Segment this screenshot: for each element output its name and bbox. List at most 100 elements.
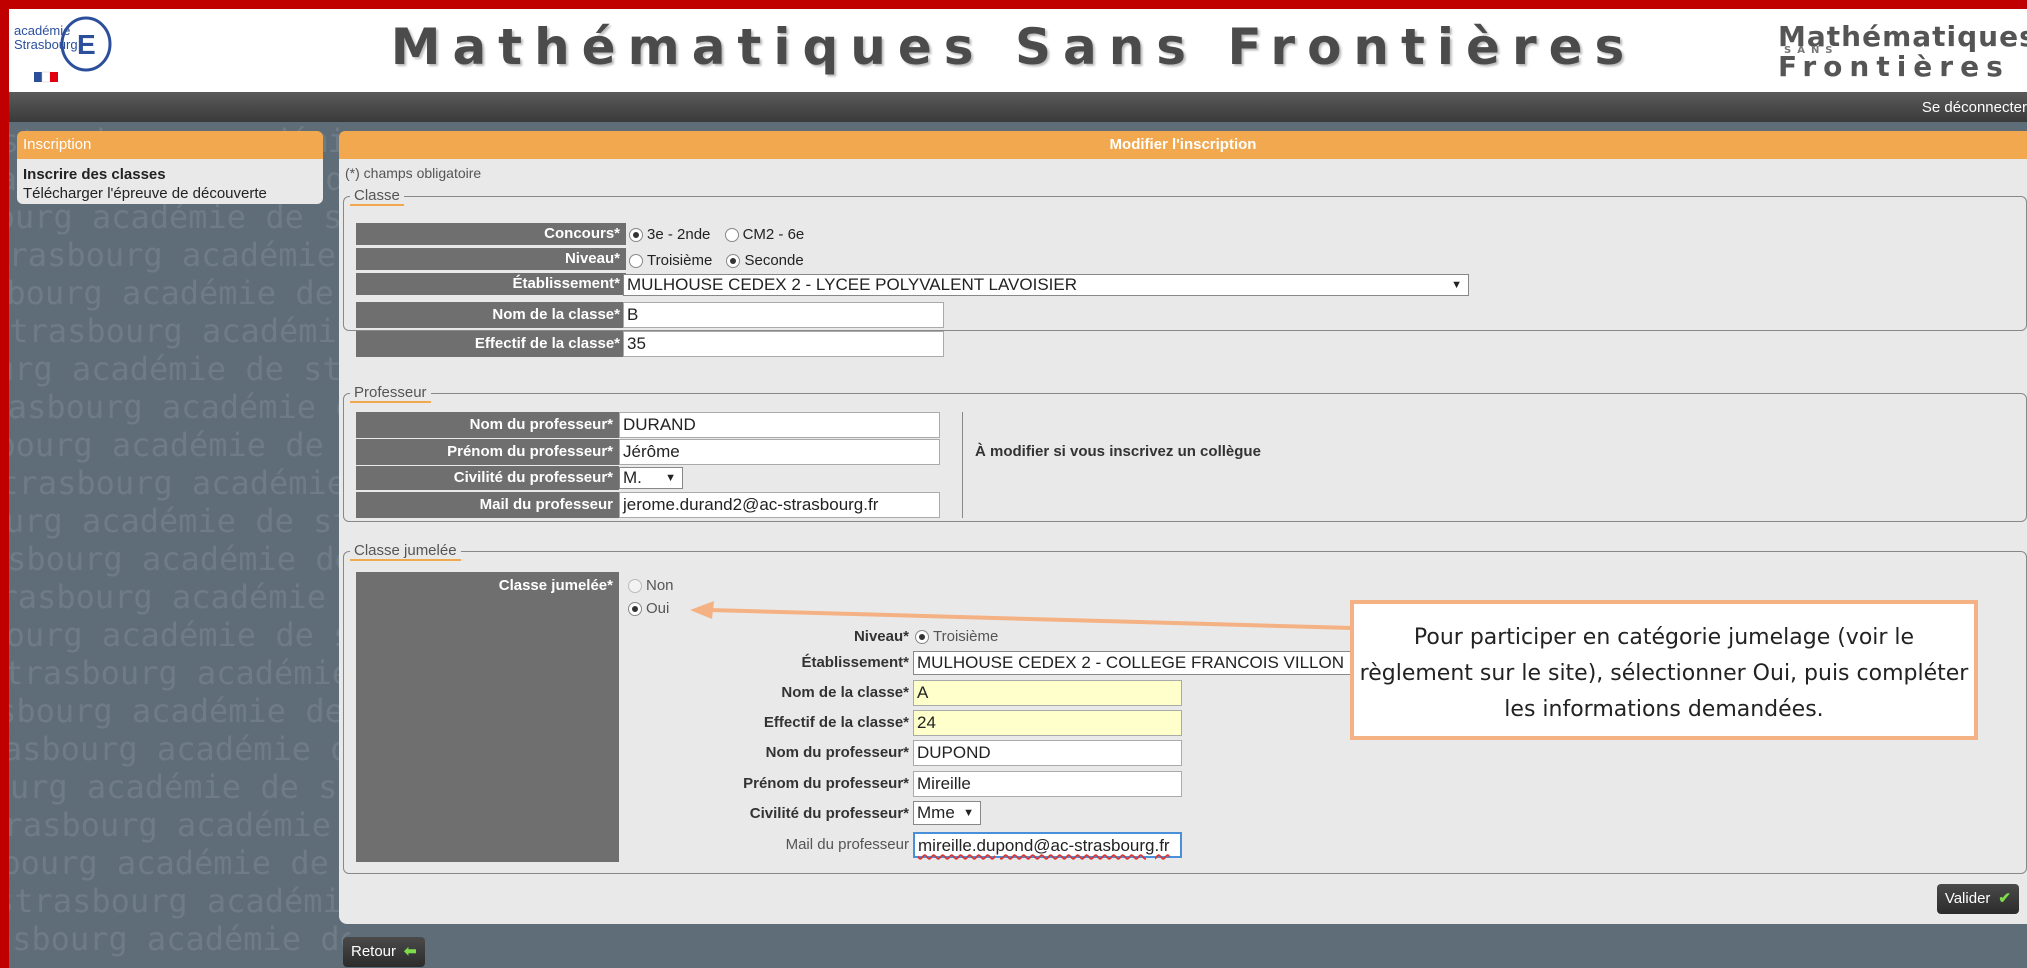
- watermark-line: strasbourg académie de strasbourg académ…: [0, 730, 350, 768]
- nom-professeur-input[interactable]: DURAND: [619, 412, 940, 438]
- civilite-professeur-select[interactable]: M. ▼: [619, 467, 683, 489]
- msf-logo: Mathématiques SANS Frontières: [1778, 20, 2027, 82]
- concours-option-label: 3e - 2nde: [647, 226, 711, 243]
- jumelee-etablissement-selected-value: MULHOUSE CEDEX 2 - COLLEGE FRANCOIS VILL…: [917, 653, 1344, 672]
- watermark-line: strasbourg académie de strasbourg académ…: [0, 882, 350, 920]
- concours-option-cm2-6e[interactable]: CM2 - 6e: [724, 226, 805, 243]
- civilite-selected-value: M.: [623, 468, 642, 487]
- watermark-line: strasbourg académie de strasbourg académ…: [0, 920, 350, 958]
- etablissement-selected-value: MULHOUSE CEDEX 2 - LYCEE POLYVALENT LAVO…: [627, 275, 1078, 294]
- watermark-line: strasbourg académie de strasbourg académ…: [0, 464, 350, 502]
- msf-logo-line2: Frontières: [1778, 50, 2010, 82]
- jumelee-civilite-label: Civilité du professeur*: [749, 805, 909, 822]
- sidebar-menu: Inscrire des classes Télécharger l'épreu…: [17, 159, 323, 204]
- jumelee-option-non[interactable]: Non: [628, 577, 674, 594]
- dropdown-arrow-icon: ▼: [1451, 279, 1462, 291]
- watermark-line: strasbourg académie de strasbourg académ…: [0, 312, 350, 350]
- jumelee-mail-input[interactable]: mireille.dupond@ac-strasbourg.fr: [913, 832, 1182, 858]
- concours-radio-group: 3e - 2nde CM2 - 6e: [629, 226, 814, 243]
- watermark-line: strasbourg académie de strasbourg académ…: [0, 806, 350, 844]
- mail-professeur-label: Mail du professeur: [356, 492, 619, 518]
- nom-professeur-label: Nom du professeur*: [356, 412, 619, 438]
- radio-checked-icon[interactable]: [629, 228, 643, 243]
- page-title: Modifier l'inscription: [339, 131, 2027, 159]
- etablissement-label: Établissement*: [356, 273, 626, 295]
- site-header: E académie Strasbourg Mathématiques Sans…: [0, 0, 2027, 92]
- nom-classe-input[interactable]: B: [623, 302, 944, 328]
- jumelee-option-label: Non: [646, 577, 674, 594]
- callout-arrow: [690, 601, 1353, 630]
- watermark-line: strasbourg académie de strasbourg académ…: [0, 540, 350, 578]
- watermark-line: strasbourg académie de strasbourg académ…: [0, 274, 350, 312]
- jumelee-option-label: Oui: [646, 600, 670, 617]
- niveau-option-label: Troisième: [647, 252, 713, 269]
- jumelage-help-callout: Pour participer en catégorie jumelage (v…: [1350, 600, 1978, 740]
- sidebar-item-telecharger-epreuve[interactable]: Télécharger l'épreuve de découverte: [23, 184, 317, 203]
- mail-professeur-input[interactable]: jerome.durand2@ac-strasbourg.fr: [619, 492, 940, 518]
- radio-checked-icon[interactable]: [628, 602, 642, 617]
- niveau-option-troisieme[interactable]: Troisième: [629, 252, 712, 269]
- etablissement-select[interactable]: MULHOUSE CEDEX 2 - LYCEE POLYVALENT LAVO…: [623, 274, 1469, 296]
- professeur-legend: Professeur: [350, 384, 431, 403]
- watermark-line: strasbourg académie de strasbourg académ…: [0, 844, 350, 882]
- radio-unchecked-icon[interactable]: [629, 254, 643, 269]
- watermark-line: strasbourg académie de strasbourg académ…: [0, 692, 350, 730]
- jumelee-nom-professeur-input[interactable]: DUPOND: [913, 740, 1182, 766]
- effectif-input[interactable]: 35: [623, 331, 944, 357]
- watermark-line: strasbourg académie de strasbourg académ…: [0, 654, 350, 692]
- watermark-line: strasbourg académie de strasbourg académ…: [0, 350, 350, 388]
- watermark-line: strasbourg académie de strasbourg académ…: [0, 768, 350, 806]
- top-bar: [0, 92, 2027, 122]
- watermark-line: strasbourg académie de strasbourg académ…: [0, 502, 350, 540]
- retour-button[interactable]: Retour ⬅: [343, 937, 425, 967]
- watermark-line: strasbourg académie de strasbourg académ…: [0, 236, 350, 274]
- nom-classe-label: Nom de la classe*: [356, 302, 626, 328]
- niveau-radio-group: Troisième Seconde: [629, 252, 814, 269]
- jumelee-mail-label: Mail du professeur: [785, 836, 909, 853]
- niveau-label: Niveau*: [356, 248, 626, 270]
- concours-option-label: CM2 - 6e: [742, 226, 805, 243]
- jumelee-civilite-select[interactable]: Mme ▼: [913, 801, 981, 825]
- civilite-professeur-label: Civilité du professeur*: [356, 466, 619, 490]
- required-fields-note: (*) champs obligatoire: [345, 165, 482, 181]
- classe-jumelee-legend: Classe jumelée: [350, 542, 461, 561]
- site-title: Mathématiques Sans Frontières: [390, 18, 1637, 76]
- jumelee-etablissement-label: Établissement*: [801, 654, 909, 671]
- sidebar-header: Inscription: [17, 131, 323, 159]
- effectif-label: Effectif de la classe*: [356, 331, 626, 357]
- dropdown-arrow-icon: ▼: [665, 472, 676, 484]
- dropdown-arrow-icon: ▼: [963, 807, 974, 819]
- radio-checked-icon[interactable]: [726, 254, 741, 269]
- professeur-note: À modifier si vous inscrivez un collègue: [975, 443, 1261, 460]
- jumelee-etablissement-select[interactable]: MULHOUSE CEDEX 2 - COLLEGE FRANCOIS VILL…: [913, 651, 1413, 675]
- concours-label: Concours*: [356, 223, 626, 245]
- jumelee-effectif-label: Effectif de la classe*: [763, 714, 909, 731]
- jumelee-nom-classe-input[interactable]: A: [913, 680, 1182, 706]
- watermark-line: strasbourg académie de strasbourg académ…: [0, 388, 350, 426]
- jumelee-civilite-selected-value: Mme: [917, 803, 955, 822]
- watermark-line: strasbourg académie de strasbourg académ…: [0, 616, 350, 654]
- radio-unchecked-icon[interactable]: [724, 228, 739, 243]
- prenom-professeur-input[interactable]: Jérôme: [619, 439, 940, 465]
- classe-jumelee-label-column: [356, 572, 619, 862]
- valider-button[interactable]: Valider ✔: [1936, 884, 2019, 914]
- back-arrow-icon: ⬅: [404, 943, 417, 960]
- concours-option-3e-2nde[interactable]: 3e - 2nde: [629, 226, 710, 243]
- background-watermark: strasbourg académie de strasbourg académ…: [0, 122, 350, 968]
- jumelee-nom-classe-label: Nom de la classe*: [781, 684, 909, 701]
- logout-link[interactable]: Se déconnecter: [1922, 99, 2027, 116]
- classe-legend: Classe: [350, 187, 404, 206]
- radio-unchecked-icon[interactable]: [628, 579, 642, 594]
- prenom-professeur-label: Prénom du professeur*: [356, 439, 619, 465]
- jumelee-prenom-professeur-input[interactable]: Mireille: [913, 771, 1182, 797]
- niveau-option-label: Seconde: [744, 252, 804, 269]
- jumelee-effectif-input[interactable]: 24: [913, 710, 1182, 736]
- classe-jumelee-label: Classe jumelée*: [498, 577, 613, 594]
- valider-label: Valider: [1944, 890, 1991, 907]
- sidebar-item-inscrire-classes[interactable]: Inscrire des classes: [23, 165, 317, 184]
- niveau-option-seconde[interactable]: Seconde: [726, 252, 804, 269]
- main-panel: (*) champs obligatoire Classe Concours* …: [339, 159, 2027, 924]
- checkmark-icon: ✔: [1998, 890, 2011, 907]
- jumelee-option-oui[interactable]: Oui: [628, 600, 669, 617]
- retour-label: Retour: [351, 943, 397, 960]
